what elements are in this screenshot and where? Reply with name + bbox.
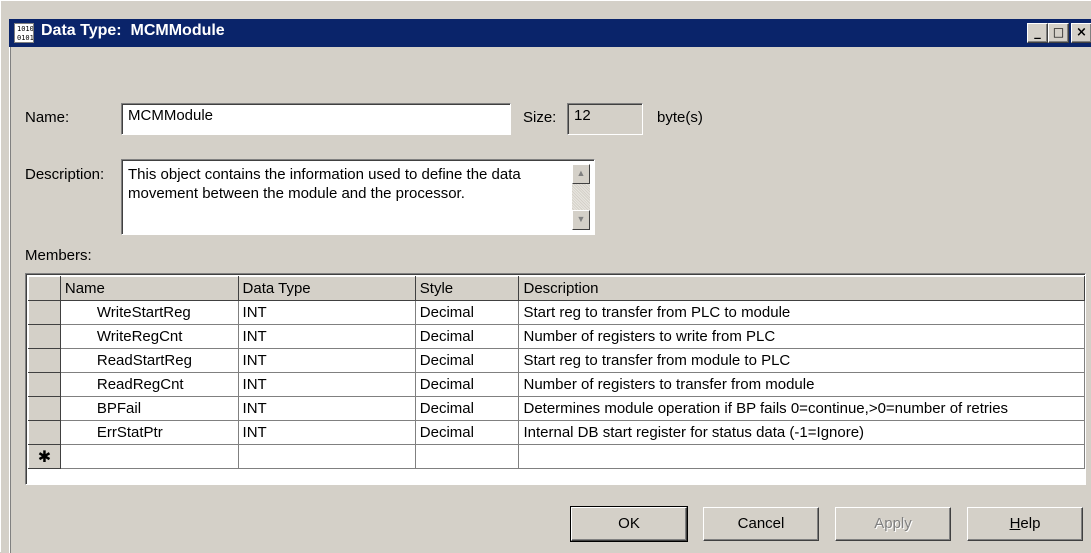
row-selector[interactable]	[28, 372, 61, 397]
row-selector[interactable]	[28, 396, 61, 421]
row-selector[interactable]	[28, 420, 61, 445]
minimize-button[interactable]: _	[1027, 23, 1048, 43]
title-bar[interactable]: 1010 0101 Data Type: MCMModule _ □ ×	[9, 19, 1091, 47]
member-description-cell[interactable]: Number of registers to write from PLC	[518, 324, 1085, 349]
table-header-row: Name Data Type Style Description	[28, 276, 1085, 301]
member-name-cell[interactable]: ReadRegCnt	[60, 372, 239, 397]
cancel-button[interactable]: Cancel	[703, 507, 819, 541]
member-data-type-cell[interactable]: INT	[238, 300, 416, 325]
member-style-cell[interactable]: Decimal	[415, 348, 520, 373]
member-data-type-cell[interactable]: INT	[238, 348, 416, 373]
member-name-cell[interactable]: BPFail	[60, 396, 239, 421]
new-member-data-type-cell[interactable]	[238, 444, 416, 469]
scroll-down-arrow-icon[interactable]: ▼	[572, 210, 590, 230]
member-name-cell[interactable]: ErrStatPtr	[60, 420, 239, 445]
column-header-data-type[interactable]: Data Type	[237, 276, 416, 301]
size-unit-label: byte(s)	[657, 109, 703, 126]
size-label: Size:	[523, 109, 557, 126]
table-row[interactable]: ReadRegCnt INT Decimal Number of registe…	[28, 372, 1085, 397]
new-member-style-cell[interactable]	[415, 444, 520, 469]
table-row[interactable]: ReadStartReg INT Decimal Start reg to tr…	[28, 348, 1085, 373]
close-button[interactable]: ×	[1071, 23, 1091, 43]
apply-button[interactable]: Apply	[835, 507, 951, 541]
members-table: Name Data Type Style Description WriteSt…	[28, 276, 1085, 469]
member-style-cell[interactable]: Decimal	[415, 372, 520, 397]
member-style-cell[interactable]: Decimal	[415, 300, 520, 325]
member-data-type-cell[interactable]: INT	[238, 420, 416, 445]
member-data-type-cell[interactable]: INT	[238, 324, 416, 349]
description-textarea[interactable]: This object contains the information use…	[121, 159, 595, 235]
data-type-icon: 1010 0101	[14, 23, 34, 43]
ok-button[interactable]: OK	[570, 506, 688, 542]
member-description-cell[interactable]: Number of registers to transfer from mod…	[518, 372, 1085, 397]
size-field: 12	[567, 103, 643, 135]
column-header-description[interactable]: Description	[518, 276, 1085, 301]
table-row[interactable]: BPFail INT Decimal Determines module ope…	[28, 396, 1085, 421]
member-style-cell[interactable]: Decimal	[415, 324, 520, 349]
members-grid[interactable]: Name Data Type Style Description WriteSt…	[25, 273, 1086, 485]
new-member-row[interactable]: ✱	[28, 444, 1085, 469]
column-header-name[interactable]: Name	[59, 276, 239, 301]
member-style-cell[interactable]: Decimal	[415, 396, 520, 421]
member-data-type-cell[interactable]: INT	[238, 396, 416, 421]
member-name-cell[interactable]: ReadStartReg	[60, 348, 239, 373]
member-name-cell[interactable]: WriteRegCnt	[60, 324, 239, 349]
row-selector[interactable]	[28, 324, 61, 349]
member-description-cell[interactable]: Internal DB start register for status da…	[518, 420, 1085, 445]
member-data-type-cell[interactable]: INT	[238, 372, 416, 397]
member-description-cell[interactable]: Start reg to transfer from PLC to module	[518, 300, 1085, 325]
member-name-cell[interactable]: WriteStartReg	[60, 300, 239, 325]
members-label: Members:	[25, 247, 92, 264]
member-description-cell[interactable]: Determines module operation if BP fails …	[518, 396, 1085, 421]
description-scrollbar[interactable]: ▲ ▼	[572, 164, 590, 230]
table-row[interactable]: ErrStatPtr INT Decimal Internal DB start…	[28, 420, 1085, 445]
table-row[interactable]: WriteRegCnt INT Decimal Number of regist…	[28, 324, 1085, 349]
row-selector[interactable]	[28, 300, 61, 325]
new-member-name-cell[interactable]	[60, 444, 239, 469]
member-description-cell[interactable]: Start reg to transfer from module to PLC	[518, 348, 1085, 373]
window-title: Data Type: MCMModule	[41, 22, 225, 39]
column-header-style[interactable]: Style	[414, 276, 520, 301]
corner-header	[28, 276, 61, 301]
new-member-description-cell[interactable]	[518, 444, 1085, 469]
row-selector[interactable]	[28, 348, 61, 373]
new-row-asterisk-icon[interactable]: ✱	[28, 444, 61, 469]
name-input[interactable]: MCMModule	[121, 103, 511, 135]
name-label: Name:	[25, 109, 70, 126]
description-label: Description:	[25, 166, 105, 183]
member-style-cell[interactable]: Decimal	[415, 420, 520, 445]
scroll-up-arrow-icon[interactable]: ▲	[572, 164, 590, 184]
data-type-dialog: 1010 0101 Data Type: MCMModule _ □ × Name…	[0, 0, 1091, 553]
table-row[interactable]: WriteStartReg INT Decimal Start reg to t…	[28, 300, 1085, 325]
restore-button[interactable]: □	[1048, 23, 1069, 43]
description-text: This object contains the information use…	[128, 166, 521, 202]
window-frame-edge	[9, 47, 11, 553]
help-button[interactable]: Help	[967, 507, 1083, 541]
